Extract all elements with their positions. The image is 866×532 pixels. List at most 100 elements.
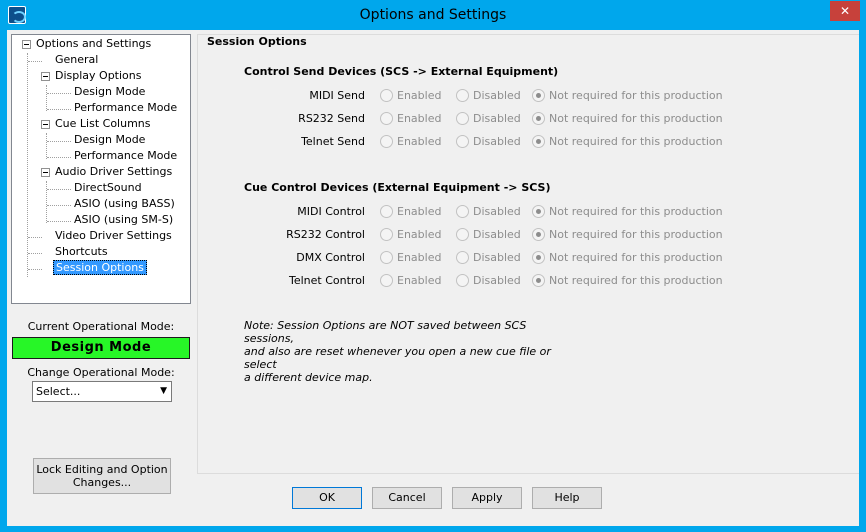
midi-control-disabled-radio[interactable]: Disabled — [456, 205, 521, 219]
group-title: Session Options — [205, 35, 309, 48]
tree-item-label: Session Options — [53, 260, 147, 275]
radio-label: Disabled — [473, 135, 521, 148]
tree-item-video-driver-settings[interactable]: Video Driver Settings — [53, 228, 174, 244]
midi-control-enabled-radio[interactable]: Enabled — [380, 205, 441, 219]
tree-connector — [47, 205, 71, 206]
radio-label: Enabled — [397, 112, 442, 125]
radio-icon — [456, 274, 469, 287]
current-mode-indicator: Design Mode — [12, 337, 190, 359]
tree-item-directsound[interactable]: DirectSound — [72, 180, 144, 196]
radio-label: Not required for this production — [549, 205, 723, 218]
tree-connector — [28, 253, 42, 254]
dmx-control-disabled-radio[interactable]: Disabled — [456, 251, 521, 265]
note-line: Note: Session Options are NOT saved betw… — [244, 319, 527, 345]
operational-mode-select[interactable]: Select... ▼ — [32, 381, 172, 402]
tree-item-shortcuts[interactable]: Shortcuts — [53, 244, 110, 260]
tree-item-columns-performance-mode[interactable]: Performance Mode — [72, 148, 179, 164]
close-button[interactable]: ✕ — [830, 1, 860, 21]
radio-label: Enabled — [397, 135, 442, 148]
tree-connector — [46, 85, 47, 111]
tree-item-label: Design Mode — [74, 133, 146, 146]
midi-send-enabled-radio[interactable]: Enabled — [380, 89, 441, 103]
tree-item-options-and-settings[interactable]: Options and Settings — [34, 36, 153, 52]
radio-icon — [380, 112, 393, 125]
dmx-control-not-required-radio[interactable]: Not required for this production — [532, 251, 723, 265]
rs232-control-label: RS232 Control — [286, 228, 365, 241]
chevron-down-icon: ▼ — [160, 386, 167, 396]
telnet-send-not-required-radio[interactable]: Not required for this production — [532, 135, 723, 149]
rs232-control-not-required-radio[interactable]: Not required for this production — [532, 228, 723, 242]
collapse-icon[interactable] — [22, 40, 31, 49]
rs232-send-enabled-radio[interactable]: Enabled — [380, 112, 441, 126]
tree-item-display-options[interactable]: Display Options — [53, 68, 144, 84]
radio-icon — [380, 205, 393, 218]
collapse-icon[interactable] — [41, 72, 50, 81]
tree-item-label: General — [55, 53, 99, 66]
rs232-control-disabled-radio[interactable]: Disabled — [456, 228, 521, 242]
telnet-send-disabled-radio[interactable]: Disabled — [456, 135, 521, 149]
tree-item-asio-bass[interactable]: ASIO (using BASS) — [72, 196, 177, 212]
tree-item-label: Performance Mode — [74, 149, 178, 162]
tree-item-label: DirectSound — [74, 181, 142, 194]
collapse-icon[interactable] — [41, 168, 50, 177]
tree-connector — [47, 109, 71, 110]
tree-item-label: Audio Driver Settings — [55, 165, 173, 178]
dmx-control-enabled-radio[interactable]: Enabled — [380, 251, 441, 265]
tree-item-label: ASIO (using SM-S) — [74, 213, 174, 226]
tree-item-label: ASIO (using BASS) — [74, 197, 175, 210]
title-bar[interactable]: Options and Settings ✕ — [0, 0, 866, 30]
rs232-control-enabled-radio[interactable]: Enabled — [380, 228, 441, 242]
tree-item-columns-design-mode[interactable]: Design Mode — [72, 132, 147, 148]
radio-label: Disabled — [473, 89, 521, 102]
session-note: Note: Session Options are NOT saved betw… — [244, 319, 564, 384]
radio-label: Not required for this production — [549, 135, 723, 148]
radio-label: Disabled — [473, 205, 521, 218]
tree-item-general[interactable]: General — [53, 52, 100, 68]
lock-editing-button[interactable]: Lock Editing and Option Changes... — [33, 458, 171, 494]
radio-label: Not required for this production — [549, 274, 723, 287]
tree-connector — [47, 221, 71, 222]
tree-item-label: Video Driver Settings — [55, 229, 172, 242]
midi-send-not-required-radio[interactable]: Not required for this production — [532, 89, 723, 103]
tree-item-label: Options and Settings — [36, 37, 152, 50]
current-mode-label: Current Operational Mode: — [27, 320, 175, 333]
ok-button[interactable]: OK — [292, 487, 362, 509]
radio-icon — [456, 228, 469, 241]
telnet-control-label: Telnet Control — [289, 274, 365, 287]
midi-send-disabled-radio[interactable]: Disabled — [456, 89, 521, 103]
tree-item-display-performance-mode[interactable]: Performance Mode — [72, 100, 179, 116]
telnet-control-not-required-radio[interactable]: Not required for this production — [532, 274, 723, 288]
tree-connector — [47, 189, 71, 190]
radio-label: Disabled — [473, 228, 521, 241]
telnet-control-enabled-radio[interactable]: Enabled — [380, 274, 441, 288]
tree-item-label: Design Mode — [74, 85, 146, 98]
telnet-control-disabled-radio[interactable]: Disabled — [456, 274, 521, 288]
cancel-button[interactable]: Cancel — [372, 487, 442, 509]
tree-item-label: Display Options — [55, 69, 142, 82]
note-line: a different device map. — [244, 371, 373, 384]
tree-connector — [46, 133, 47, 159]
options-tree[interactable]: Options and Settings General Display Opt… — [11, 34, 191, 304]
rs232-send-disabled-radio[interactable]: Disabled — [456, 112, 521, 126]
tree-connector — [28, 269, 42, 270]
radio-icon — [380, 251, 393, 264]
tree-item-session-options[interactable]: Session Options — [53, 260, 147, 276]
radio-icon — [532, 228, 545, 241]
tree-connector — [47, 157, 71, 158]
help-button[interactable]: Help — [532, 487, 602, 509]
radio-label: Disabled — [473, 251, 521, 264]
radio-label: Disabled — [473, 274, 521, 287]
radio-icon — [380, 274, 393, 287]
tree-item-cue-list-columns[interactable]: Cue List Columns — [53, 116, 153, 132]
apply-button[interactable]: Apply — [452, 487, 522, 509]
tree-item-display-design-mode[interactable]: Design Mode — [72, 84, 147, 100]
rs232-send-not-required-radio[interactable]: Not required for this production — [532, 112, 723, 126]
midi-control-not-required-radio[interactable]: Not required for this production — [532, 205, 723, 219]
tree-item-asio-sms[interactable]: ASIO (using SM-S) — [72, 212, 175, 228]
session-options-group: Session Options Control Send Devices (SC… — [197, 34, 859, 474]
tree-item-audio-driver-settings[interactable]: Audio Driver Settings — [53, 164, 174, 180]
radio-icon — [380, 135, 393, 148]
telnet-send-enabled-radio[interactable]: Enabled — [380, 135, 441, 149]
collapse-icon[interactable] — [41, 120, 50, 129]
radio-label: Enabled — [397, 89, 442, 102]
